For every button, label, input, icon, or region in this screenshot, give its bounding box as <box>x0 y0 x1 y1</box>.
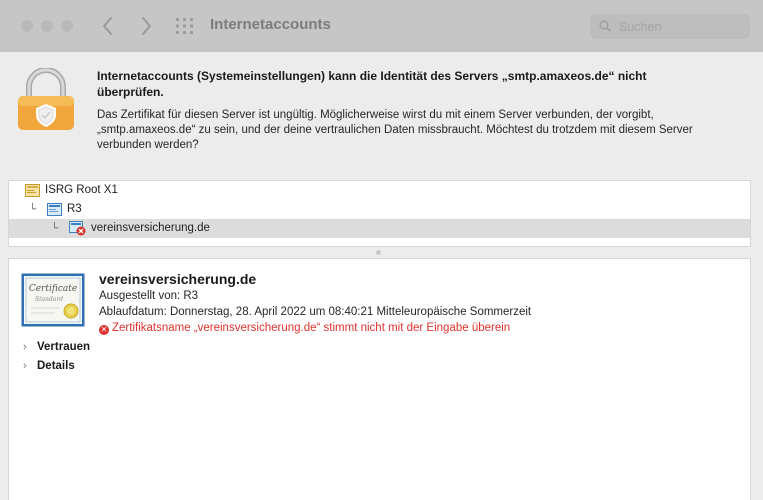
search-input[interactable] <box>619 18 739 35</box>
grid-icon <box>176 18 193 34</box>
chain-item-label: R3 <box>67 203 82 215</box>
chevron-right-icon: › <box>23 360 27 372</box>
search-icon <box>599 20 611 32</box>
dialog-window: Internetaccounts Internetaccounts (Syste… <box>0 0 763 500</box>
tree-branch-icon: └ <box>51 223 59 234</box>
chain-item-leaf[interactable]: └ vereinsversicherung.de <box>9 219 750 238</box>
search-field[interactable] <box>590 14 750 39</box>
chevron-right-icon: › <box>23 341 27 353</box>
chevron-left-icon <box>103 17 112 35</box>
window-title: Internetaccounts <box>210 16 331 33</box>
trust-label: Vertrauen <box>37 341 91 353</box>
close-window-button[interactable] <box>21 20 33 32</box>
details-disclosure[interactable]: › Details <box>23 360 75 372</box>
minimize-window-button[interactable] <box>41 20 53 32</box>
certificate-chain-list: ISRG Root X1 └ R3 └ vereinsversicherung.… <box>8 180 751 247</box>
certificate-details-panel: Certificate Standard vereinsversicherung… <box>8 258 751 500</box>
certificate-error: ✕ Zertifikatsname „vereinsversicherung.de… <box>99 322 510 335</box>
back-button[interactable] <box>96 14 120 38</box>
certificate-icon: Certificate Standard <box>21 273 85 327</box>
intermediate-cert-icon <box>47 203 62 216</box>
details-label: Details <box>37 360 75 372</box>
invalid-cert-icon <box>69 221 86 236</box>
chain-item-root[interactable]: ISRG Root X1 <box>9 181 750 200</box>
dialog-message: Das Zertifikat für diesen Server ist ung… <box>97 109 693 151</box>
lock-icon <box>18 68 74 130</box>
forward-button[interactable] <box>134 14 158 38</box>
show-all-grid-button[interactable] <box>175 17 195 35</box>
root-cert-icon <box>25 184 40 197</box>
certificate-expiry: Ablaufdatum: Donnerstag, 28. April 2022 … <box>99 306 532 318</box>
certificate-title-text: Certificate <box>29 284 77 294</box>
chain-item-intermediate[interactable]: └ R3 <box>9 200 750 219</box>
chain-item-label: vereinsversicherung.de <box>91 222 210 234</box>
certificate-issuer: Ausgestellt von: R3 <box>99 290 199 302</box>
error-icon: ✕ <box>99 325 109 335</box>
trust-disclosure[interactable]: › Vertrauen <box>23 341 90 353</box>
certificate-error-text: Zertifikatsname „vereinsversicherung.de“… <box>112 322 511 334</box>
tree-branch-icon: └ <box>29 204 37 215</box>
dialog-title: Internetaccounts (Systemeinstellungen) k… <box>97 69 647 99</box>
split-view-handle[interactable] <box>376 250 381 255</box>
certificate-subtitle-text: Standard <box>35 296 63 303</box>
zoom-window-button[interactable] <box>61 20 73 32</box>
chain-item-label: ISRG Root X1 <box>45 184 118 196</box>
title-bar: Internetaccounts <box>0 0 763 52</box>
chevron-right-icon <box>142 17 151 35</box>
certificate-name: vereinsversicherung.de <box>99 271 257 287</box>
